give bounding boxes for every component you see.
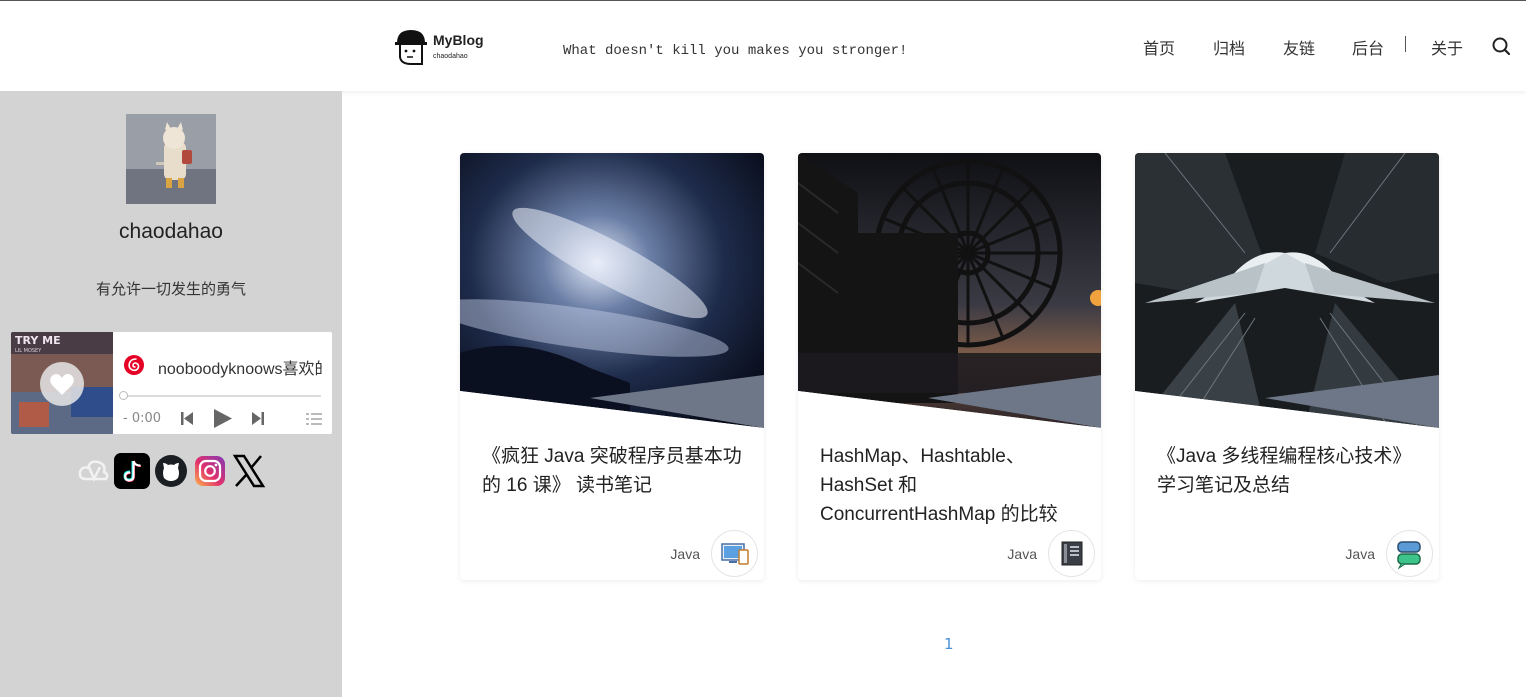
- category-badge[interactable]: [711, 530, 758, 577]
- sidebar: chaodahao 有允许一切发生的勇气 TRY ME LIL MOSEY no…: [0, 91, 342, 697]
- album-art: TRY ME LIL MOSEY: [11, 332, 113, 434]
- progress-thumb[interactable]: [119, 391, 128, 400]
- nav-links[interactable]: 友链: [1283, 35, 1315, 59]
- play-icon[interactable]: [214, 409, 232, 428]
- cityscape-image: [1135, 153, 1439, 428]
- logo-title: MyBlog: [433, 32, 484, 48]
- playlist-icon[interactable]: [306, 413, 322, 425]
- next-icon[interactable]: [252, 412, 264, 425]
- site-header: MyBlog chaodahao What doesn't kill you m…: [0, 1, 1526, 91]
- post-category[interactable]: Java: [1007, 546, 1037, 562]
- music-player: TRY ME LIL MOSEY nooboodyknoows喜欢的 - 0:0…: [11, 332, 332, 434]
- post-card[interactable]: HashMap、Hashtable、HashSet 和 ConcurrentHa…: [798, 153, 1101, 580]
- site-logo[interactable]: MyBlog chaodahao: [392, 27, 492, 67]
- post-card[interactable]: 《疯狂 Java 突破程序员基本功的 16 课》 读书笔记 Java: [460, 153, 764, 580]
- search-icon[interactable]: [1491, 36, 1511, 56]
- post-category[interactable]: Java: [1345, 546, 1375, 562]
- post-cover-waterwheel[interactable]: [798, 153, 1101, 428]
- avatar-image: [126, 114, 216, 204]
- nav-archive[interactable]: 归档: [1213, 35, 1245, 59]
- devices-icon: [721, 543, 749, 565]
- post-title[interactable]: HashMap、Hashtable、HashSet 和 ConcurrentHa…: [820, 442, 1082, 529]
- previous-icon[interactable]: [181, 412, 193, 425]
- github-icon[interactable]: [153, 453, 189, 489]
- logo-subtitle: chaodahao: [433, 53, 468, 60]
- category-badge[interactable]: [1386, 530, 1433, 577]
- logo-head-icon: [395, 30, 427, 65]
- album-artist: LIL MOSEY: [15, 348, 42, 354]
- x-icon[interactable]: [231, 453, 267, 489]
- avatar[interactable]: [126, 114, 216, 204]
- nav-about[interactable]: 关于: [1431, 35, 1463, 59]
- post-category[interactable]: Java: [670, 546, 700, 562]
- album-cover[interactable]: TRY ME LIL MOSEY: [11, 332, 113, 434]
- site-slogan: What doesn't kill you makes you stronger…: [563, 43, 908, 59]
- pagination-current[interactable]: 1: [944, 635, 954, 653]
- chat-icon: [1397, 541, 1421, 570]
- category-badge[interactable]: [1048, 530, 1095, 577]
- book-icon: [1061, 541, 1083, 566]
- song-title: nooboodyknoows喜欢的: [158, 361, 322, 378]
- profile-username: chaodahao: [119, 220, 223, 243]
- progress-bar[interactable]: [123, 395, 321, 397]
- tiktok-icon[interactable]: [114, 453, 150, 489]
- post-cover-galaxy[interactable]: [460, 153, 764, 428]
- post-title[interactable]: 《疯狂 Java 突破程序员基本功的 16 课》 读书笔记: [482, 442, 744, 500]
- cloud-icon[interactable]: [76, 453, 112, 489]
- post-card[interactable]: 《Java 多线程编程核心技术》学习笔记及总结 Java: [1135, 153, 1439, 580]
- waterwheel-image: [798, 153, 1101, 428]
- instagram-icon[interactable]: [192, 453, 228, 489]
- netease-music-icon: [124, 355, 144, 375]
- post-cover-cityscape[interactable]: [1135, 153, 1439, 428]
- nav-divider: [1405, 36, 1406, 52]
- post-title[interactable]: 《Java 多线程编程核心技术》学习笔记及总结: [1157, 442, 1419, 500]
- nav-home[interactable]: 首页: [1143, 35, 1175, 59]
- profile-motto: 有允许一切发生的勇气: [95, 280, 246, 298]
- play-time: - 0:00: [123, 411, 162, 426]
- nav-admin[interactable]: 后台: [1352, 35, 1384, 59]
- galaxy-image: [460, 153, 764, 428]
- album-title: TRY ME: [15, 334, 61, 347]
